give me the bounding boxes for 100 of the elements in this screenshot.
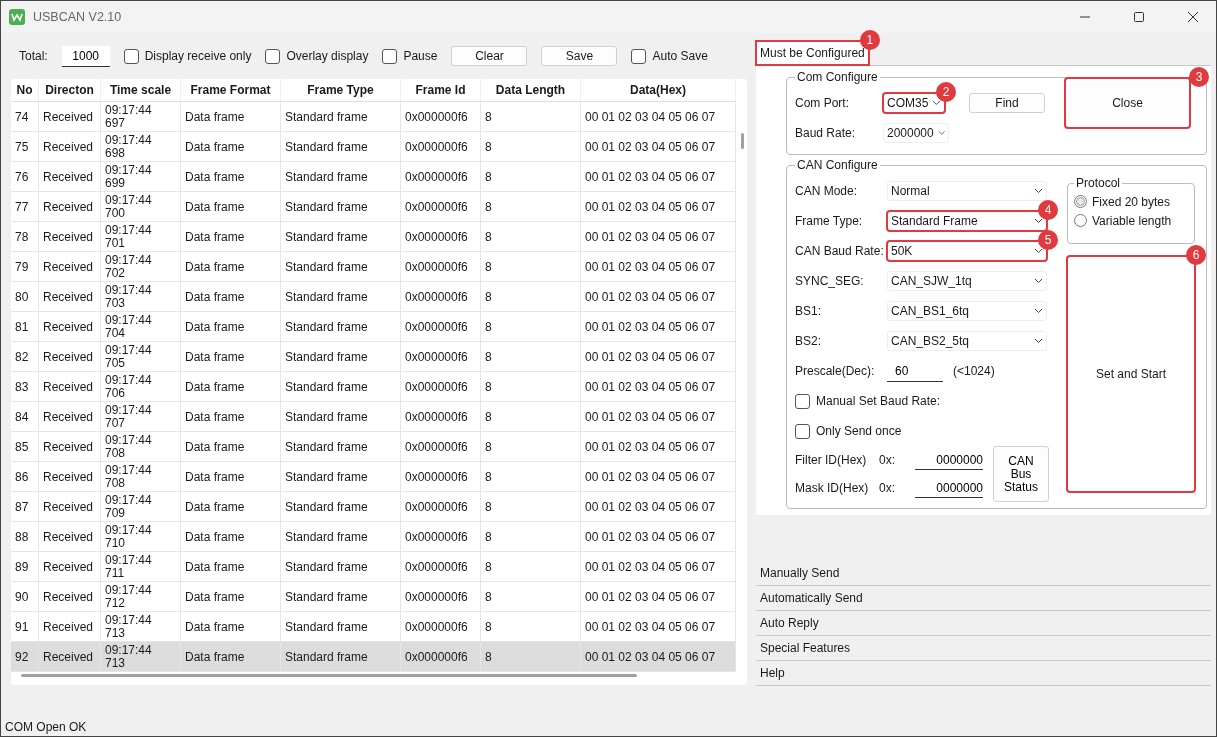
table-cell: 09:17:44 709	[101, 492, 181, 522]
chevron-down-icon	[932, 100, 941, 106]
section-header[interactable]: Manually Send	[756, 561, 1211, 585]
table-cell: 0x000000f6	[401, 552, 481, 582]
checkbox-label: Display receive only	[144, 49, 252, 63]
group-title: Protocol	[1075, 176, 1122, 190]
callout-badge: 5	[1038, 230, 1058, 250]
table-cell: 0x000000f6	[401, 372, 481, 402]
table-cell: 09:17:44 697	[101, 102, 181, 132]
close-port-button[interactable]: Close	[1065, 78, 1190, 128]
table-cell: 8	[481, 582, 581, 612]
table-cell: 00 01 02 03 04 05 06 07	[581, 432, 736, 462]
table-cell: Standard frame	[281, 132, 401, 162]
table-cell: 00 01 02 03 04 05 06 07	[581, 312, 736, 342]
dropdown[interactable]: CAN_BS1_6tq	[887, 301, 1047, 321]
table-cell: 85	[11, 432, 39, 462]
table-cell: 8	[481, 342, 581, 372]
table-cell: Received	[39, 192, 101, 222]
table-cell: 09:17:44 712	[101, 582, 181, 612]
table-cell: 90	[11, 582, 39, 612]
table-cell: Standard frame	[281, 162, 401, 192]
dropdown[interactable]: 2000000	[883, 123, 949, 143]
scrollbar-thumb[interactable]	[21, 674, 637, 677]
table-cell: 79	[11, 252, 39, 282]
checkbox-label: Overlay display	[286, 49, 369, 63]
table-cell: 00 01 02 03 04 05 06 07	[581, 192, 736, 222]
radio-button[interactable]	[1074, 195, 1087, 208]
table-cell: 00 01 02 03 04 05 06 07	[581, 372, 736, 402]
checkbox[interactable]	[382, 48, 398, 64]
table-cell: 75	[11, 132, 39, 162]
table-cell: 0x000000f6	[401, 462, 481, 492]
table-cell: Data frame	[181, 642, 281, 672]
table-cell: 09:17:44 706	[101, 372, 181, 402]
table-cell: Received	[39, 432, 101, 462]
dropdown[interactable]: Normal	[887, 181, 1047, 201]
table-cell: Received	[39, 402, 101, 432]
column-header[interactable]: Frame Type	[281, 79, 401, 102]
checkbox[interactable]	[265, 48, 281, 64]
bus-status-button[interactable]: CAN Bus Status	[993, 446, 1049, 502]
toolbar-button[interactable]: Clear	[451, 46, 528, 66]
checkbox[interactable]	[795, 423, 810, 439]
callout-badge: 6	[1186, 245, 1206, 265]
scrollbar-thumb[interactable]	[741, 133, 744, 149]
chevron-down-icon	[1034, 338, 1043, 344]
table-cell: 8	[481, 252, 581, 282]
table-cell: 00 01 02 03 04 05 06 07	[581, 462, 736, 492]
checkbox[interactable]	[123, 48, 139, 64]
column-header[interactable]: Time scale	[101, 79, 181, 102]
dropdown[interactable]: CAN_BS2_5tq	[887, 331, 1047, 351]
chevron-down-icon	[1034, 248, 1043, 254]
table-cell: 09:17:44 699	[101, 162, 181, 192]
dropdown[interactable]: Standard Frame	[887, 211, 1047, 231]
table-cell: 8	[481, 132, 581, 162]
table-cell: 76	[11, 162, 39, 192]
table-cell: Data frame	[181, 582, 281, 612]
section-header[interactable]: Help	[756, 661, 1211, 685]
toolbar-button[interactable]: Save	[541, 46, 618, 66]
table-cell: 00 01 02 03 04 05 06 07	[581, 492, 736, 522]
callout-badge: 3	[1189, 67, 1209, 87]
section-header[interactable]: Automatically Send	[756, 586, 1211, 610]
table-cell: 0x000000f6	[401, 282, 481, 312]
table-cell: 8	[481, 102, 581, 132]
table-cell: 09:17:44 705	[101, 342, 181, 372]
group-title: CAN Configure	[796, 158, 879, 172]
table-cell: Received	[39, 282, 101, 312]
table-cell: 8	[481, 522, 581, 552]
table-cell: 87	[11, 492, 39, 522]
table-cell: Standard frame	[281, 282, 401, 312]
checkbox[interactable]	[795, 393, 810, 409]
table-cell: 0x000000f6	[401, 132, 481, 162]
dropdown[interactable]: CAN_SJW_1tq	[887, 271, 1047, 291]
table-cell: Received	[39, 522, 101, 552]
chevron-down-icon	[1034, 188, 1043, 194]
table-cell: 8	[481, 492, 581, 522]
table-cell: Data frame	[181, 372, 281, 402]
table-cell: 09:17:44 711	[101, 552, 181, 582]
radio-button[interactable]	[1074, 214, 1087, 227]
close-icon	[1188, 12, 1198, 22]
table-cell: 92	[11, 642, 39, 672]
column-header[interactable]: Directon	[39, 79, 101, 102]
table-cell: 81	[11, 312, 39, 342]
table-cell: Standard frame	[281, 252, 401, 282]
table-cell: 0x000000f6	[401, 102, 481, 132]
section-header[interactable]: Auto Reply	[756, 611, 1211, 635]
column-header[interactable]: Data Length	[481, 79, 581, 102]
table-cell: 00 01 02 03 04 05 06 07	[581, 402, 736, 432]
checkbox[interactable]	[631, 48, 647, 64]
total-field[interactable]: 1000	[61, 45, 110, 67]
column-header[interactable]: No	[11, 79, 39, 102]
column-header[interactable]: Frame Id	[401, 79, 481, 102]
table-cell: 09:17:44 708	[101, 432, 181, 462]
table-cell: 00 01 02 03 04 05 06 07	[581, 252, 736, 282]
table-cell: 8	[481, 162, 581, 192]
section-header[interactable]: Must be Configured	[756, 41, 869, 65]
table-cell: Received	[39, 642, 101, 672]
column-header[interactable]: Data(Hex)	[581, 79, 736, 102]
section-header[interactable]: Special Features	[756, 636, 1211, 660]
find-button[interactable]: Find	[969, 93, 1045, 113]
prefix-label: 0x:	[879, 481, 896, 495]
column-header[interactable]: Frame Format	[181, 79, 281, 102]
